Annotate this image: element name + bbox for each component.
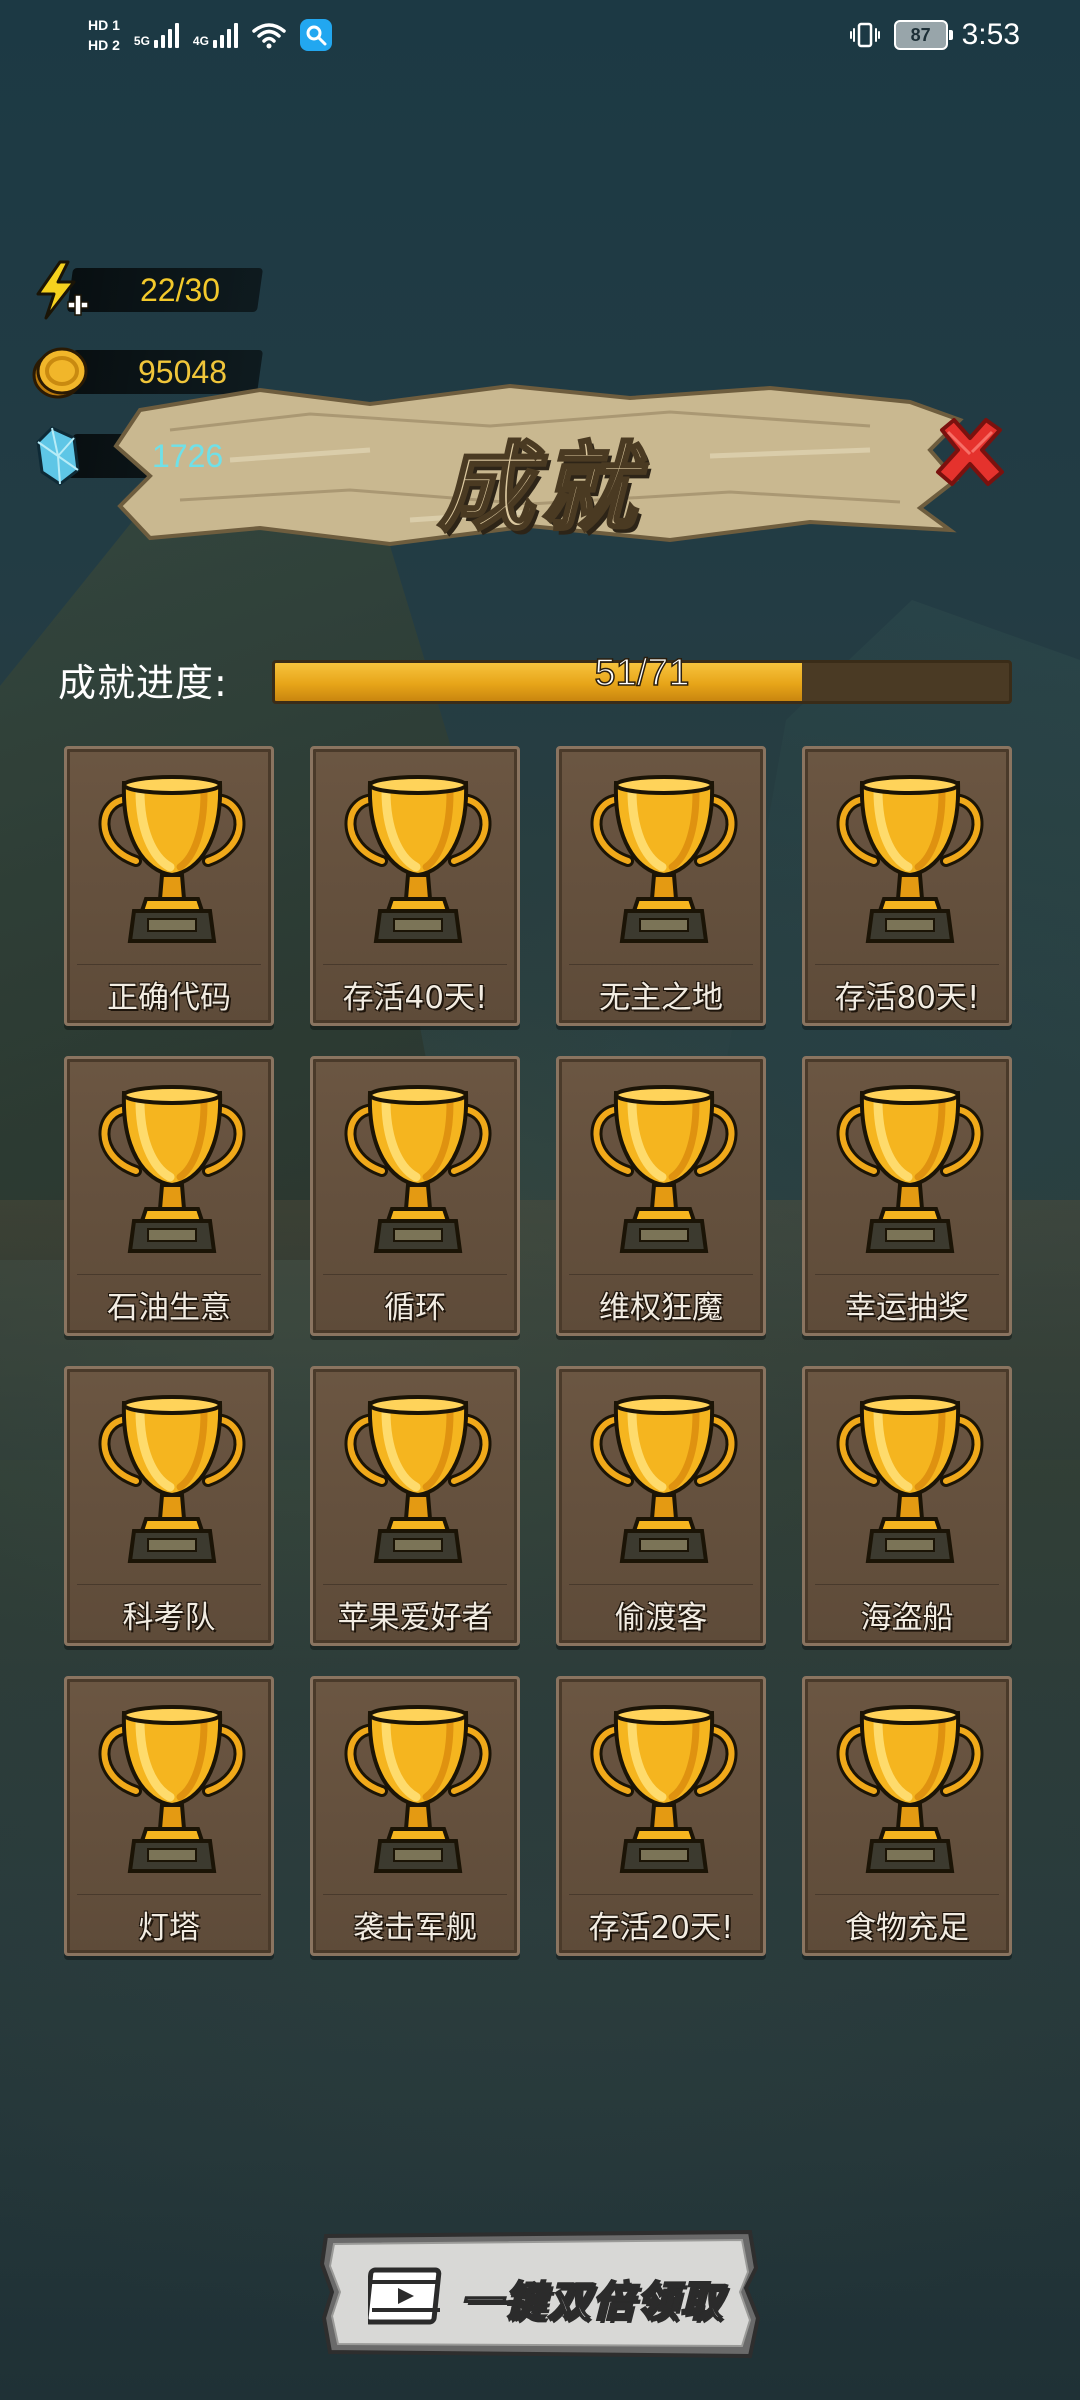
title-banner: 成就 (110, 380, 970, 550)
achievement-card[interactable]: 幸运抽奖 (802, 1056, 1012, 1336)
search-app-icon (299, 19, 332, 51)
energy-value: 22/30 (140, 271, 221, 308)
achievement-card[interactable]: 存活80天! (802, 746, 1012, 1026)
trophy-icon (336, 1079, 500, 1259)
trophy-icon (828, 769, 992, 949)
achievement-card[interactable]: 维权狂魔 (556, 1056, 766, 1336)
achievement-card[interactable]: 偷渡客 (556, 1366, 766, 1646)
signal-bars-icon (212, 22, 238, 48)
claim-button-label: 一键双倍领取 (459, 2276, 725, 2327)
trophy-icon (336, 1389, 500, 1569)
clock: 3:53 (961, 18, 1020, 51)
achievement-grid: 正确代码 存活40天! 无主之地 存活80天! 石油生意 循环 维权狂魔 幸运抽… (64, 746, 1014, 1956)
status-bar: HD 1 HD 2 5G 4G 87 3:53 (0, 0, 1080, 70)
achievement-name: 科考队 (122, 1600, 216, 1636)
achievement-card[interactable]: 灯塔 (64, 1676, 274, 1956)
battery-level: 87 (910, 24, 931, 45)
trophy-icon (828, 1389, 992, 1569)
achievement-card[interactable]: 循环 (310, 1056, 520, 1336)
vibrate-icon (849, 22, 880, 48)
video-play-icon (368, 2267, 442, 2325)
achievement-name: 幸运抽奖 (845, 1290, 969, 1326)
achievement-card[interactable]: 科考队 (64, 1366, 274, 1646)
trophy-icon (90, 1699, 254, 1879)
achievement-name: 海盗船 (860, 1600, 954, 1636)
trophy-icon (90, 1389, 254, 1569)
page-title: 成就 (437, 431, 642, 546)
achievement-card[interactable]: 无主之地 (556, 746, 766, 1026)
achievement-name: 存活80天! (834, 980, 980, 1016)
network-type-1: 5G (133, 34, 150, 48)
achievement-card[interactable]: 海盗船 (802, 1366, 1012, 1646)
wifi-icon (252, 23, 286, 49)
achievement-card[interactable]: 袭击军舰 (310, 1676, 520, 1956)
coin-value: 95048 (138, 353, 227, 390)
achievement-name: 维权狂魔 (599, 1290, 723, 1326)
achievement-card[interactable]: 正确代码 (64, 746, 274, 1026)
trophy-icon (582, 1699, 746, 1879)
achievement-card[interactable]: 存活20天! (556, 1676, 766, 1956)
energy-counter[interactable]: 22/30 (30, 260, 264, 320)
achievement-card[interactable]: 存活40天! (310, 746, 520, 1026)
achievement-name: 袭击军舰 (353, 1910, 477, 1946)
trophy-icon (90, 1079, 254, 1259)
gem-value: 1726 (152, 437, 224, 474)
progress-text: 51/71 (594, 651, 691, 695)
gem-icon (36, 426, 80, 486)
sim2-label: HD 2 (88, 37, 120, 53)
trophy-icon (582, 1389, 746, 1569)
signal-2: 4G (193, 22, 238, 48)
achievement-name: 苹果爱好者 (337, 1600, 493, 1636)
signal-1: 5G (134, 22, 179, 48)
network-type-2: 4G (192, 34, 209, 48)
double-claim-button[interactable]: 一键双倍领取 (320, 2228, 760, 2360)
achievement-name: 存活20天! (588, 1910, 734, 1946)
trophy-icon (336, 1699, 500, 1879)
achievement-card[interactable]: 苹果爱好者 (310, 1366, 520, 1646)
close-icon[interactable] (932, 414, 1008, 490)
sim1-label: HD 1 (88, 17, 120, 33)
achievement-name: 灯塔 (138, 1910, 200, 1946)
achievement-name: 食物充足 (845, 1910, 969, 1946)
coin-icon (32, 347, 88, 399)
signal-bars-icon (153, 22, 179, 48)
battery-icon: 87 (893, 20, 953, 50)
achievement-card[interactable]: 食物充足 (802, 1676, 1012, 1956)
trophy-icon (582, 1079, 746, 1259)
lightning-plus-icon[interactable] (30, 260, 90, 320)
achievement-name: 无主之地 (599, 980, 723, 1016)
trophy-icon (336, 769, 500, 949)
achievement-name: 循环 (384, 1290, 446, 1326)
achievement-card[interactable]: 石油生意 (64, 1056, 274, 1336)
trophy-icon (90, 769, 254, 949)
sim-indicators: HD 1 HD 2 (88, 17, 120, 53)
achievement-name: 存活40天! (342, 980, 488, 1016)
trophy-icon (828, 1699, 992, 1879)
trophy-icon (582, 769, 746, 949)
trophy-icon (828, 1079, 992, 1259)
achievement-name: 正确代码 (107, 980, 231, 1016)
achievement-name: 石油生意 (107, 1290, 231, 1326)
achievement-name: 偷渡客 (614, 1600, 708, 1636)
progress-label: 成就进度: (58, 661, 228, 705)
